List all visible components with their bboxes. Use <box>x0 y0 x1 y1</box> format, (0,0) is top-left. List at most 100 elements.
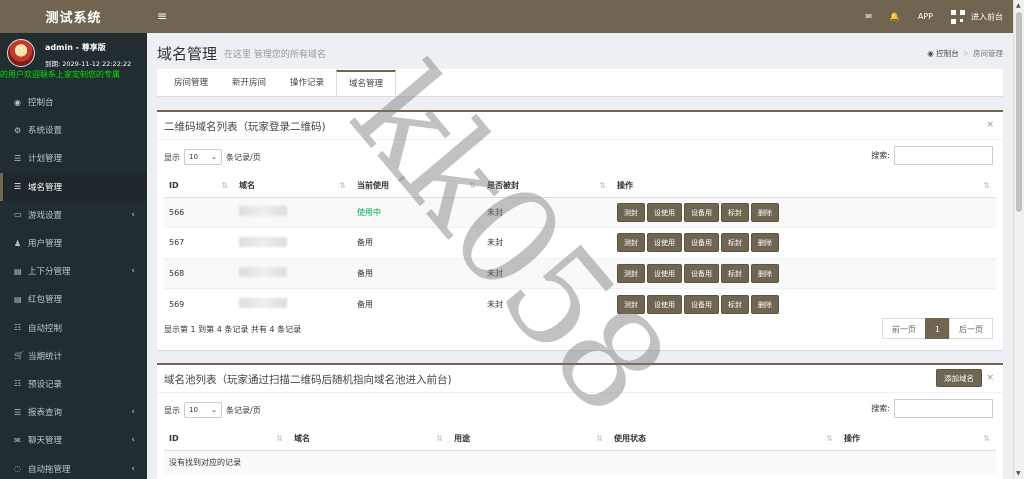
column-header[interactable]: 当前使用 ⇅ <box>352 175 482 198</box>
sidebar-item-label: 域名管理 <box>28 182 63 193</box>
list-icon: ☰ <box>14 182 22 192</box>
row-action-button[interactable]: 设备用 <box>684 263 719 283</box>
row-action-button[interactable]: 测封 <box>617 263 645 283</box>
sort-icon: ⇅ <box>436 434 443 443</box>
column-header[interactable]: 使用状态 ⇅ <box>609 428 839 451</box>
row-action-button[interactable]: 标封 <box>721 263 749 283</box>
menu-toggle-icon[interactable]: ≡ <box>157 9 167 23</box>
page-length-select[interactable]: 10 ⌄ <box>184 149 222 165</box>
column-header[interactable]: 域名 ⇅ <box>234 175 352 198</box>
column-header[interactable]: 用途 ⇅ <box>449 428 609 451</box>
close-icon[interactable]: × <box>986 120 994 130</box>
page-length-select[interactable]: 10 ⌄ <box>184 402 222 418</box>
scroll-down-icon[interactable]: ▼ <box>1016 470 1021 477</box>
cell-banned: 未封 <box>482 288 612 319</box>
top-navbar: ≡ ✉ 🔔 APP 进入前台 <box>147 0 1013 33</box>
tab[interactable]: 新开房间 <box>220 69 278 96</box>
enter-frontend-link[interactable]: 进入前台 <box>951 9 1003 24</box>
sort-icon: ⇅ <box>983 181 990 190</box>
sort-icon: ⇅ <box>276 434 283 443</box>
mail-icon[interactable]: ✉ <box>865 12 872 21</box>
sidebar-item[interactable]: ☷ 自动控制 <box>0 314 147 342</box>
breadcrumb-home[interactable]: 控制台 <box>936 49 959 58</box>
row-action-button[interactable]: 设使用 <box>647 233 682 253</box>
row-action-button[interactable]: 设备用 <box>684 233 719 253</box>
scroll-up-icon[interactable]: ▲ <box>1016 2 1021 9</box>
row-action-button[interactable]: 测封 <box>617 233 645 253</box>
row-action-button[interactable]: 删除 <box>751 202 779 222</box>
column-header[interactable]: 操作 ⇅ <box>612 175 996 198</box>
sidebar-item-label: 系统设置 <box>28 126 63 137</box>
chevron-left-icon: ‹ <box>131 407 135 418</box>
expire-date: 到期: 2029-11-12 22:22:22 <box>45 60 132 68</box>
page-scrollbar[interactable]: ▲ ▼ <box>1013 0 1024 479</box>
avatar <box>7 39 35 67</box>
row-action-button[interactable]: 设使用 <box>647 263 682 283</box>
sidebar-item[interactable]: ▤ 红包管理 <box>0 285 147 313</box>
sidebar-item[interactable]: 🛒 当期统计 <box>0 342 147 370</box>
search-input[interactable] <box>894 399 993 418</box>
page-title: 域名管理 <box>157 45 218 63</box>
row-action-button[interactable]: 标封 <box>721 294 749 314</box>
sidebar-item[interactable]: ▤ 上下分管理 ‹ <box>0 257 147 285</box>
column-header[interactable]: ID ⇅ <box>164 428 289 451</box>
bell-icon[interactable]: 🔔 <box>890 12 900 21</box>
app-link[interactable]: APP <box>918 12 933 21</box>
cell-actions: 测封 设使用 设备用 标封 删除 <box>612 227 996 258</box>
sidebar-item[interactable]: ☰ 计划管理 <box>0 144 147 172</box>
sidebar-item[interactable]: ▭ 游戏设置 ‹ <box>0 201 147 229</box>
sidebar-item-label: 报表查询 <box>28 408 63 419</box>
tab[interactable]: 域名管理 <box>336 70 397 96</box>
row-action-button[interactable]: 标封 <box>721 202 749 222</box>
sidebar-item[interactable]: ☰ 报表查询 ‹ <box>0 398 147 426</box>
sidebar-item[interactable]: ◉ 控制台 <box>0 88 147 116</box>
table-row: 569 备用 未封 测封 设使用 设备用 标封 删除 <box>164 288 996 319</box>
row-action-button[interactable]: 删除 <box>751 233 779 253</box>
empty-message: 没有找到对应的记录 <box>164 449 996 474</box>
sidebar-item[interactable]: ✉ 聊天管理 ‹ <box>0 426 147 454</box>
database-icon: ▤ <box>14 294 22 304</box>
sidebar-item[interactable]: ☷ 预设记录 <box>0 370 147 398</box>
app-logo[interactable]: 测试系统 <box>0 0 147 33</box>
sort-icon: ⇅ <box>599 181 606 190</box>
sort-icon: ⇅ <box>983 434 990 443</box>
row-action-button[interactable]: 删除 <box>751 263 779 283</box>
next-page-button[interactable]: 后一页 <box>949 318 993 339</box>
add-domain-button[interactable]: 添加域名 <box>936 369 982 387</box>
column-header-label: 当前使用 <box>357 181 389 191</box>
scroll-thumb[interactable] <box>1016 12 1022 212</box>
qrcode-domain-table: ID ⇅ 域名 ⇅ 当前使用 ⇅ 是否被封 ⇅ 操作 ⇅ 566 使用中 未封 测封 设使用 设备用 标封 删除… <box>164 175 996 319</box>
close-icon[interactable]: × <box>986 373 994 383</box>
sidebar-item-label: 聊天管理 <box>28 436 63 447</box>
row-action-button[interactable]: 设使用 <box>647 294 682 314</box>
sidebar-item-label: 自动拖管理 <box>28 464 71 475</box>
sort-icon: ⇅ <box>339 181 346 190</box>
row-action-button[interactable]: 测封 <box>617 294 645 314</box>
sidebar-item-label: 上下分管理 <box>28 267 71 278</box>
tab[interactable]: 操作记录 <box>278 69 336 96</box>
prev-page-button[interactable]: 前一页 <box>881 318 926 339</box>
column-header-label: ID <box>169 434 179 444</box>
row-action-button[interactable]: 设使用 <box>647 202 682 222</box>
row-action-button[interactable]: 标封 <box>721 233 749 253</box>
tab[interactable]: 房间管理 <box>162 69 220 96</box>
column-header[interactable]: 是否被封 ⇅ <box>482 175 612 198</box>
sidebar-item[interactable]: ☰ 域名管理 <box>0 172 147 201</box>
row-action-button[interactable]: 测封 <box>617 202 645 222</box>
cell-usage: 备用 <box>352 288 482 319</box>
row-action-button[interactable]: 删除 <box>751 294 779 314</box>
sidebar-item[interactable]: ♟ 用户管理 <box>0 229 147 257</box>
page-1-button[interactable]: 1 <box>924 318 950 339</box>
sidebar-item[interactable]: ⚙ 系统设置 <box>0 116 147 144</box>
sidebar-item-label: 计划管理 <box>28 154 63 165</box>
column-header[interactable]: 域名 ⇅ <box>289 428 449 451</box>
column-header[interactable]: ID ⇅ <box>164 175 234 198</box>
box-title: 域名池列表（玩家通过扫描二维码后随机指向域名池进入前台) <box>164 374 452 386</box>
sidebar-item[interactable]: ◌ 自动拖管理 ‹ <box>0 454 147 479</box>
row-action-button[interactable]: 设备用 <box>684 202 719 222</box>
column-header[interactable]: 操作 ⇅ <box>839 428 996 451</box>
sidebar-item-label: 当期统计 <box>28 351 63 362</box>
row-action-button[interactable]: 设备用 <box>684 294 719 314</box>
dashboard-icon: ◉ <box>14 97 21 107</box>
search-input[interactable] <box>894 146 993 165</box>
